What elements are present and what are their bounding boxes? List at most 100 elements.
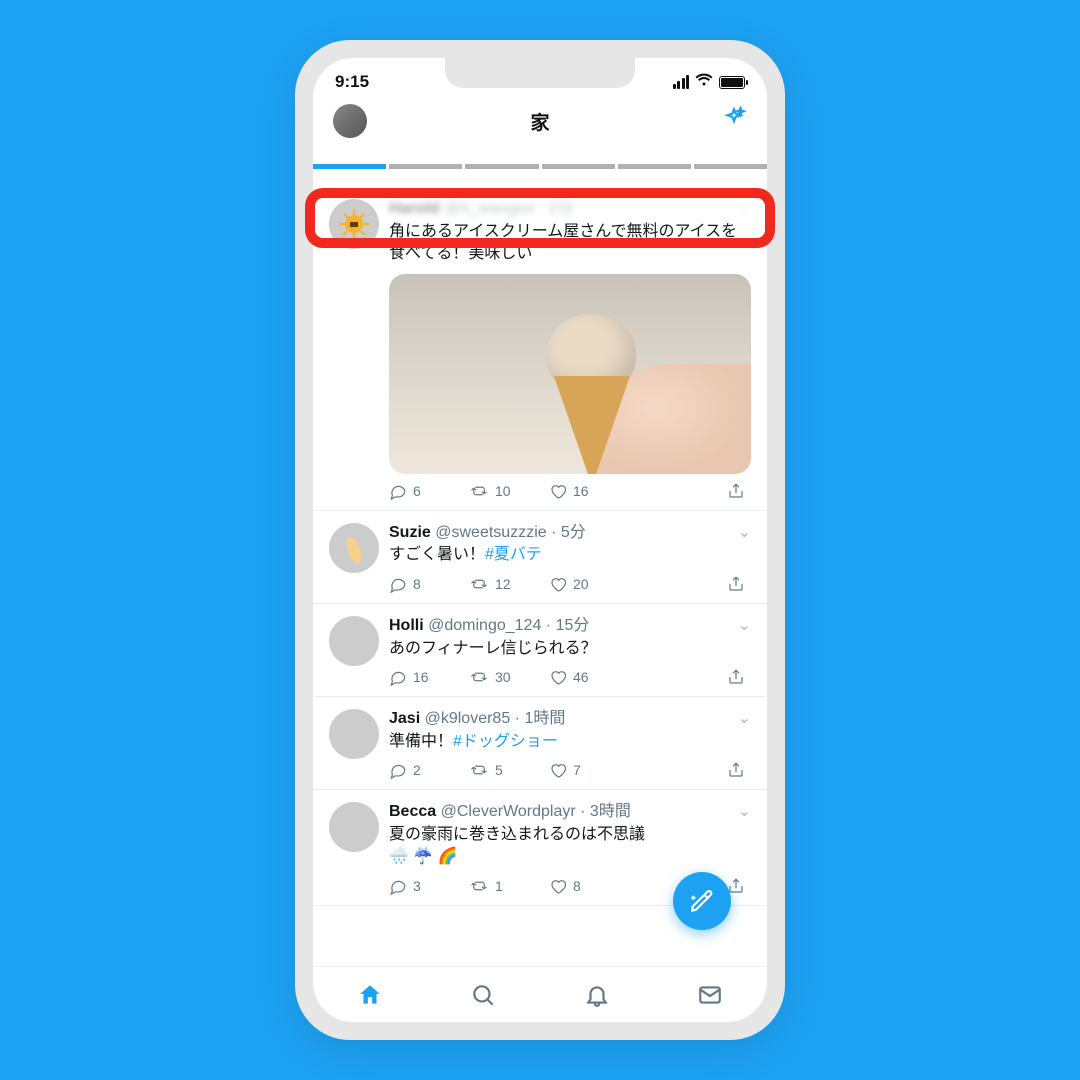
tweet-text: 角にあるアイスクリーム屋さんで無料のアイスを食べてる！美味しい: [389, 221, 751, 266]
reply-button[interactable]: 16: [389, 668, 469, 686]
fleets-progress-bar[interactable]: [313, 164, 767, 173]
share-icon: [727, 575, 745, 593]
tweet[interactable]: Suzie @sweetsuzzzie · 5分 ⌄ すごく暑い！#夏バテ 8 …: [313, 511, 767, 604]
fleet-segment[interactable]: [694, 164, 767, 169]
share-icon: [727, 482, 745, 500]
retweet-button[interactable]: 5: [469, 761, 549, 779]
reply-icon: [389, 482, 407, 500]
tweet-actions: 16 30 46: [389, 660, 751, 690]
retweet-icon: [469, 877, 489, 895]
fleet-segment[interactable]: [618, 164, 691, 169]
tweet-actions: 8 12 20: [389, 567, 751, 597]
tab-home[interactable]: [313, 967, 427, 1022]
home-icon: [357, 982, 383, 1008]
tweet-text: 準備中！#ドッグショー: [389, 731, 751, 753]
tweet-handle: @sweetsuzzzie: [435, 524, 546, 541]
tweet[interactable]: Harold @h_wangoo · 2分 ⌄ 角にあるアイスクリーム屋さんで無…: [313, 173, 767, 511]
tab-search[interactable]: [427, 967, 541, 1022]
tweet-handle: @CleverWordplayr: [441, 803, 576, 820]
reply-button[interactable]: 2: [389, 761, 469, 779]
nav-header: 家: [313, 98, 767, 142]
bell-icon: [584, 982, 610, 1008]
reply-icon: [389, 668, 407, 686]
tweet-time: 5分: [561, 524, 586, 541]
tab-bar: [313, 966, 767, 1022]
like-button[interactable]: 8: [549, 877, 629, 895]
retweet-icon: [469, 668, 489, 686]
tweet-avatar[interactable]: [329, 523, 379, 573]
reply-button[interactable]: 3: [389, 877, 469, 895]
retweet-button[interactable]: 30: [469, 668, 549, 686]
tweet-text: すごく暑い！#夏バテ: [389, 544, 751, 566]
reply-button[interactable]: 8: [389, 575, 469, 593]
tweet-time: 1時間: [524, 710, 565, 727]
retweet-icon: [469, 575, 489, 593]
fleet-segment[interactable]: [465, 164, 538, 169]
envelope-icon: [697, 982, 723, 1008]
tweet-author-name[interactable]: Suzie: [389, 524, 431, 541]
reply-icon: [389, 575, 407, 593]
like-button[interactable]: 20: [549, 575, 629, 593]
share-icon: [727, 761, 745, 779]
cellular-icon: [673, 75, 690, 89]
compose-tweet-button[interactable]: [673, 872, 731, 930]
fleet-segment[interactable]: [542, 164, 615, 169]
timeline-feed[interactable]: Harold @h_wangoo · 2分 ⌄ 角にあるアイスクリーム屋さんで無…: [313, 173, 767, 966]
hashtag-link[interactable]: #夏バテ: [485, 546, 542, 563]
retweet-button[interactable]: 1: [469, 877, 549, 895]
tab-messages[interactable]: [654, 967, 768, 1022]
status-time: 9:15: [335, 72, 369, 92]
share-button[interactable]: [727, 761, 745, 779]
share-button[interactable]: [727, 482, 745, 500]
tweet-author-name[interactable]: Holli: [389, 617, 424, 634]
tweet-avatar[interactable]: [329, 616, 379, 666]
like-button[interactable]: 46: [549, 668, 629, 686]
heart-icon: [549, 761, 567, 779]
chevron-down-icon[interactable]: ⌄: [738, 802, 751, 823]
tweet-author-name[interactable]: Becca: [389, 803, 436, 820]
search-icon: [470, 982, 496, 1008]
reply-button[interactable]: 6: [389, 482, 469, 500]
tweet-time: 15分: [556, 617, 590, 634]
tweet-actions: 6 10 16: [389, 474, 751, 504]
tweet-avatar[interactable]: [329, 802, 379, 852]
chevron-down-icon[interactable]: ⌄: [738, 616, 751, 637]
tweet[interactable]: Jasi @k9lover85 · 1時間 ⌄ 準備中！#ドッグショー 2 5 …: [313, 697, 767, 790]
retweet-icon: [469, 761, 489, 779]
tweet-avatar[interactable]: [329, 709, 379, 759]
tweet-handle: @k9lover85: [425, 710, 511, 727]
sparkle-icon[interactable]: [721, 106, 747, 137]
like-button[interactable]: 16: [549, 482, 629, 500]
chevron-down-icon[interactable]: ⌄: [738, 199, 751, 220]
fleet-segment[interactable]: [313, 164, 386, 169]
notch: [445, 58, 635, 88]
heart-icon: [549, 668, 567, 686]
share-icon: [727, 668, 745, 686]
fleet-segment[interactable]: [389, 164, 462, 169]
heart-icon: [549, 877, 567, 895]
chevron-down-icon[interactable]: ⌄: [738, 523, 751, 544]
like-button[interactable]: 7: [549, 761, 629, 779]
page-title: 家: [313, 108, 767, 135]
heart-icon: [549, 482, 567, 500]
retweet-button[interactable]: 12: [469, 575, 549, 593]
share-button[interactable]: [727, 575, 745, 593]
retweet-button[interactable]: 10: [469, 482, 549, 500]
tweet-avatar[interactable]: [329, 199, 379, 249]
chevron-down-icon[interactable]: ⌄: [738, 709, 751, 730]
reply-icon: [389, 761, 407, 779]
tweet-text: 夏の豪雨に巻き込まれるのは不思議🌧️ ☔ 🌈: [389, 824, 751, 869]
tweet-text: あのフィナーレ信じられる？: [389, 638, 751, 660]
share-button[interactable]: [727, 668, 745, 686]
phone-frame: 9:15 家: [295, 40, 785, 1040]
tweet[interactable]: Holli @domingo_124 · 15分 ⌄ あのフィナーレ信じられる？…: [313, 604, 767, 697]
tweet-emoji: 🌧️ ☔ 🌈: [389, 848, 458, 865]
hashtag-link[interactable]: #ドッグショー: [453, 733, 558, 750]
tweet-actions: 2 5 7: [389, 753, 751, 783]
tweet-handle: @domingo_124: [428, 617, 541, 634]
tweet-author-name[interactable]: Jasi: [389, 710, 420, 727]
heart-icon: [549, 575, 567, 593]
reply-icon: [389, 877, 407, 895]
tab-notifications[interactable]: [540, 967, 654, 1022]
tweet-media[interactable]: [389, 274, 751, 474]
